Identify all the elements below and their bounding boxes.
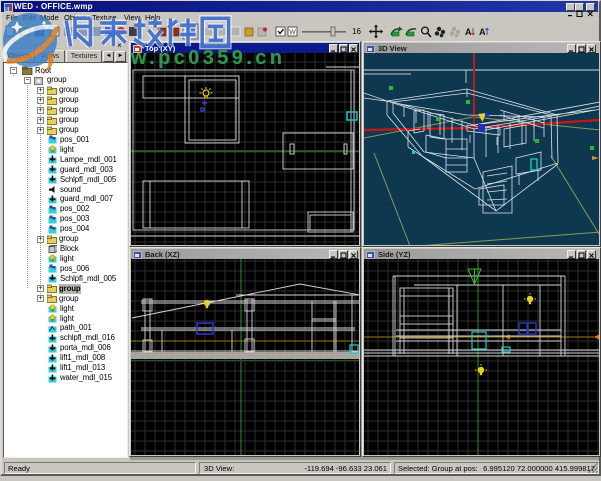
svg-text:A: A (465, 27, 472, 37)
svg-text:A: A (479, 27, 486, 37)
svg-text:16: 16 (352, 27, 361, 36)
